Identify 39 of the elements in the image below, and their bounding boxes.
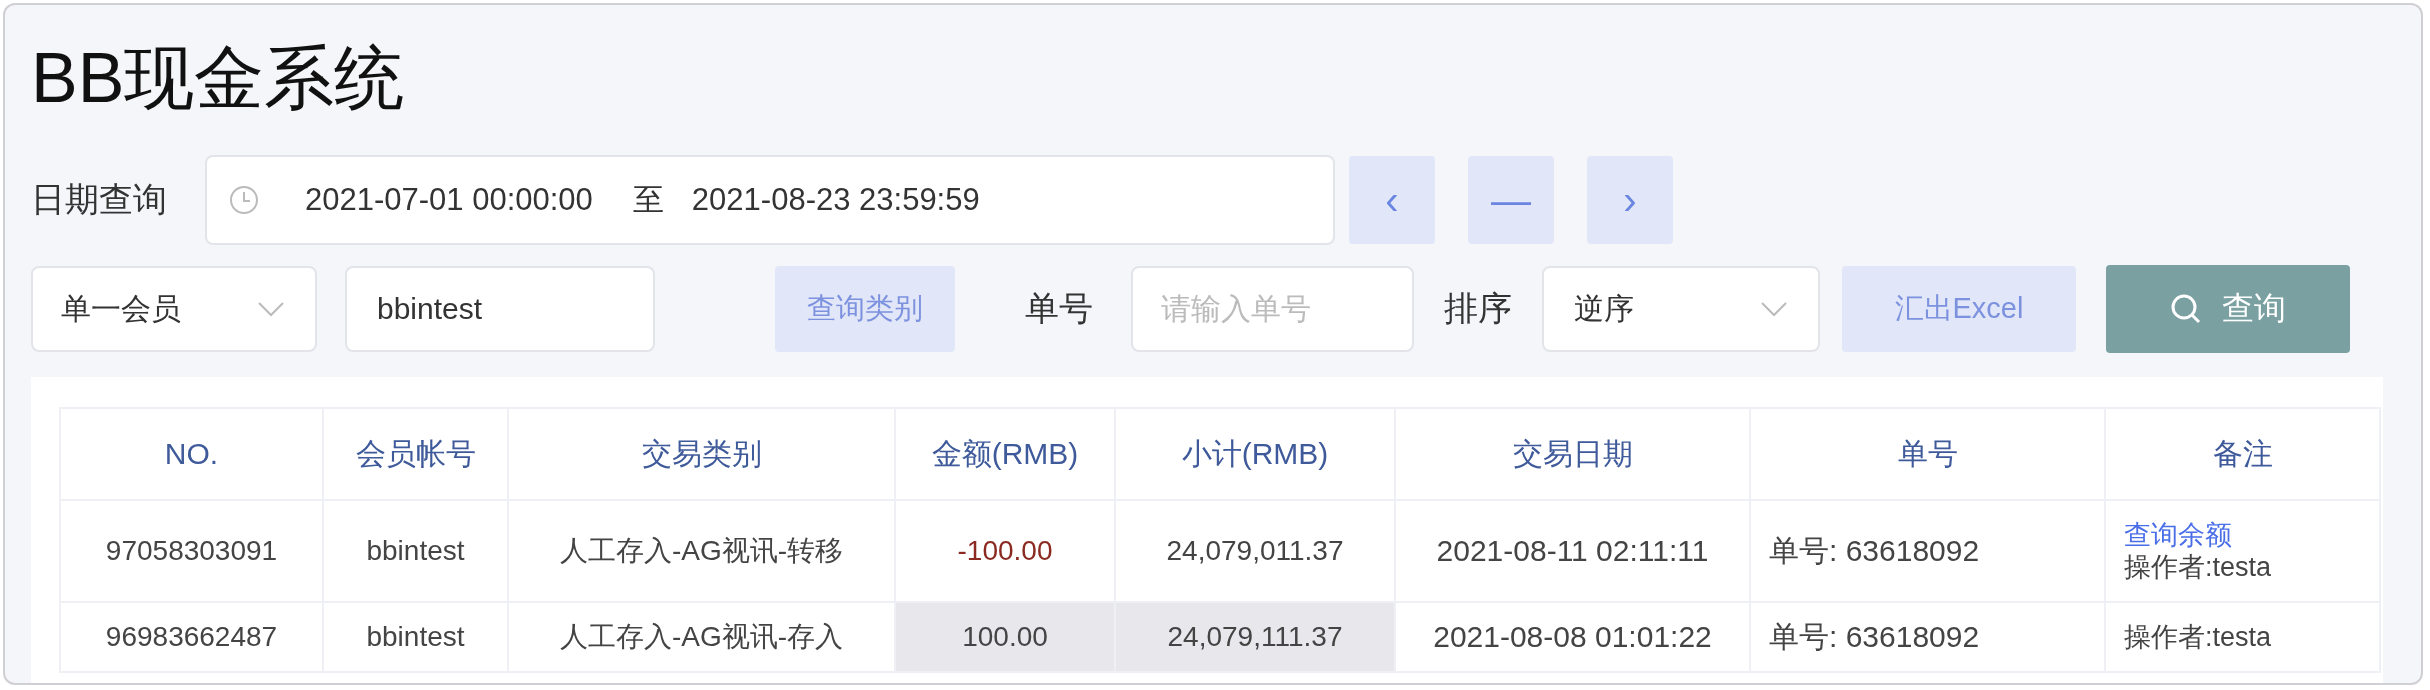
chevron-down-icon — [257, 301, 285, 317]
table-cell: 97058303091 — [60, 500, 323, 602]
table-cell: 2021-08-08 01:01:22 — [1395, 602, 1750, 672]
table-cell: 24,079,111.37 — [1115, 602, 1395, 672]
table-cell: 单号: 63618092 — [1750, 602, 2105, 672]
page-title: BB现金系统 — [31, 38, 406, 119]
table-cell: bbintest — [323, 500, 508, 602]
operator-text: 操作者:testa — [2124, 552, 2272, 582]
search-button[interactable]: 查询 — [2106, 265, 2350, 353]
sort-label: 排序 — [1444, 288, 1512, 329]
export-button[interactable]: 汇出Excel — [1842, 266, 2076, 352]
table-cell: 人工存入-AG视讯-存入 — [508, 602, 895, 672]
column-header: 交易类别 — [508, 408, 895, 500]
category-button[interactable]: 查询类别 — [775, 266, 955, 352]
table-cell: 96983662487 — [60, 602, 323, 672]
clock-icon — [229, 185, 259, 215]
member-input[interactable]: bbintest — [345, 266, 655, 352]
table-cell: 100.00 — [895, 602, 1115, 672]
date-query-label: 日期查询 — [31, 179, 167, 220]
operator-text: 操作者:testa — [2124, 621, 2272, 652]
member-select[interactable]: 单一会员 — [31, 266, 317, 352]
table-cell: 人工存入-AG视讯-转移 — [508, 500, 895, 602]
sort-select[interactable]: 逆序 — [1542, 266, 1820, 352]
table-cell: 单号: 63618092 — [1750, 500, 2105, 602]
table-cell: bbintest — [323, 602, 508, 672]
column-header: 备注 — [2105, 408, 2380, 500]
table-cell: 24,079,011.37 — [1115, 500, 1395, 602]
nav-button[interactable]: — — [1468, 156, 1554, 244]
table-cell: 2021-08-11 02:11:11 — [1395, 500, 1750, 602]
nav-button[interactable]: › — [1587, 156, 1673, 244]
order-label: 单号 — [1025, 288, 1093, 329]
search-icon — [2170, 293, 2202, 325]
date-range-field[interactable]: 2021-07-01 00:00:00 至 2021-08-23 23:59:59 — [205, 155, 1335, 245]
column-header: NO. — [60, 408, 323, 500]
chevron-down-icon — [1760, 301, 1788, 317]
table-cell: -100.00 — [895, 500, 1115, 602]
balance-link[interactable]: 查询余额 — [2124, 518, 2378, 551]
nav-button[interactable]: ‹ — [1349, 156, 1435, 244]
order-input[interactable]: 请输入单号 — [1131, 266, 1414, 352]
